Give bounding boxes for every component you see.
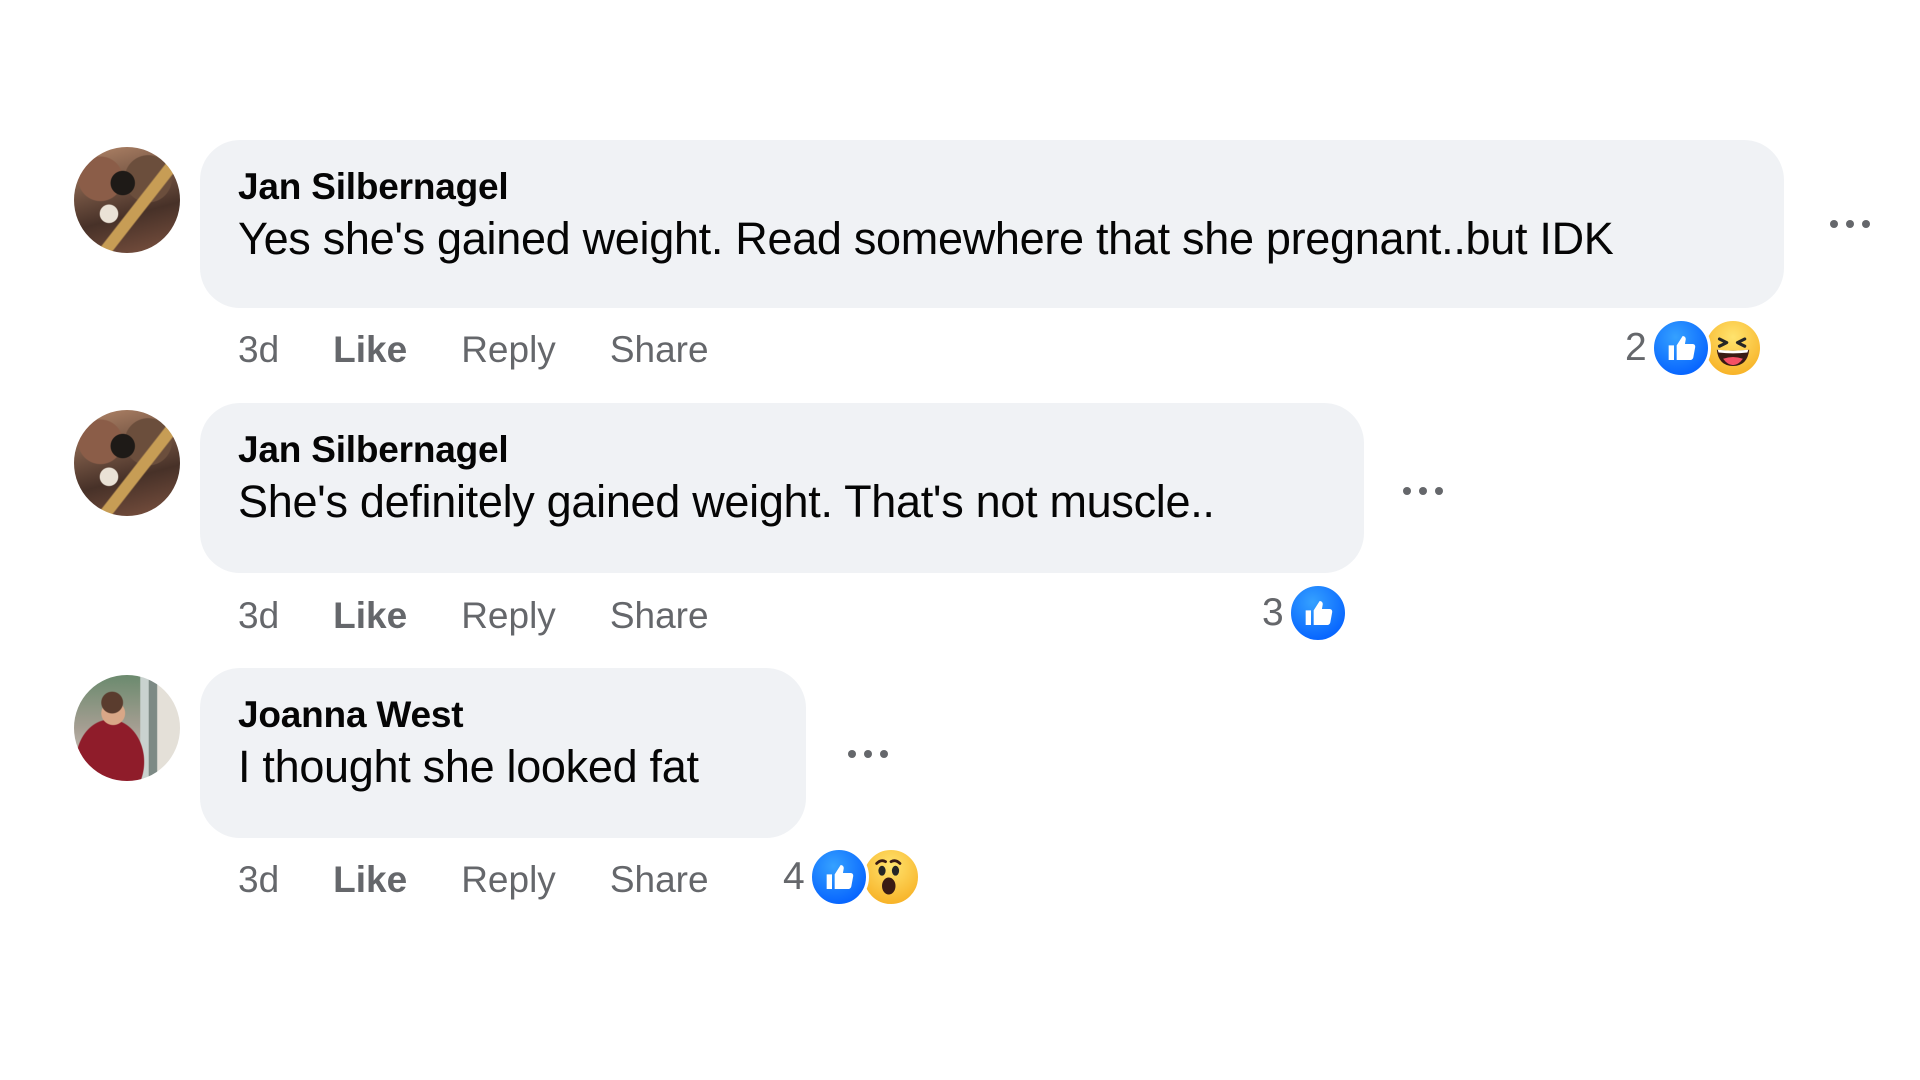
share-button[interactable]: Share xyxy=(610,327,709,373)
like-icon xyxy=(808,847,869,907)
reply-button[interactable]: Reply xyxy=(461,857,556,903)
comment-actions: 3d Like Reply Share xyxy=(238,857,763,903)
comment-timestamp[interactable]: 3d xyxy=(238,857,279,903)
wow-icon xyxy=(860,847,921,907)
reaction-count: 4 xyxy=(783,855,805,898)
comment-bubble: Jan Silbernagel She's definitely gained … xyxy=(200,403,1364,573)
comment-text: I thought she looked fat xyxy=(238,741,699,792)
comment-timestamp[interactable]: 3d xyxy=(238,327,279,373)
comment-author[interactable]: Jan Silbernagel xyxy=(238,164,1746,210)
reaction-count: 3 xyxy=(1262,591,1284,634)
reply-button[interactable]: Reply xyxy=(461,327,556,373)
avatar[interactable] xyxy=(74,147,180,253)
like-button[interactable]: Like xyxy=(333,327,407,373)
like-button[interactable]: Like xyxy=(333,593,407,639)
comment-text: Yes she's gained weight. Read somewhere … xyxy=(238,213,1614,264)
comment-bubble: Jan Silbernagel Yes she's gained weight.… xyxy=(200,140,1784,308)
share-button[interactable]: Share xyxy=(610,593,709,639)
share-button[interactable]: Share xyxy=(610,857,709,903)
comment-actions: 3d Like Reply Share xyxy=(238,593,763,639)
reaction-count: 2 xyxy=(1625,326,1647,369)
more-options-icon[interactable] xyxy=(1403,487,1443,495)
reactions-summary[interactable]: 4 xyxy=(783,847,921,907)
like-icon xyxy=(1287,583,1348,643)
more-options-icon[interactable] xyxy=(1830,220,1870,228)
comment-text: She's definitely gained weight. That's n… xyxy=(238,476,1215,527)
reactions-summary[interactable]: 3 xyxy=(1262,583,1348,643)
avatar[interactable] xyxy=(74,675,180,781)
comment-timestamp[interactable]: 3d xyxy=(238,593,279,639)
comment-actions: 3d Like Reply Share xyxy=(238,327,763,373)
more-options-icon[interactable] xyxy=(848,750,888,758)
comment-bubble: Joanna West I thought she looked fat xyxy=(200,668,806,838)
like-button[interactable]: Like xyxy=(333,857,407,903)
reactions-summary[interactable]: 2 xyxy=(1625,318,1763,378)
comment-author[interactable]: Jan Silbernagel xyxy=(238,427,1326,473)
comment-author[interactable]: Joanna West xyxy=(238,692,768,738)
like-icon xyxy=(1650,318,1711,378)
haha-icon xyxy=(1702,318,1763,378)
avatar[interactable] xyxy=(74,410,180,516)
reply-button[interactable]: Reply xyxy=(461,593,556,639)
